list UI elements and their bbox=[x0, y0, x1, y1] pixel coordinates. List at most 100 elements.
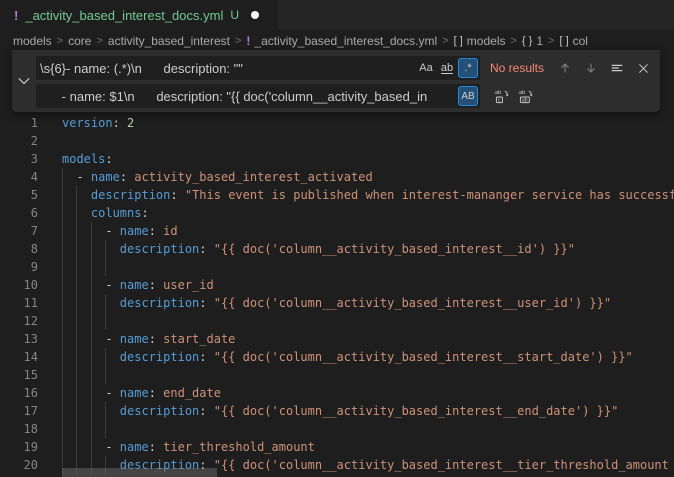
line-number[interactable]: 13 bbox=[0, 330, 38, 348]
code-line[interactable]: 1 version: 2 bbox=[0, 114, 674, 132]
code-line[interactable]: 7 - name: id bbox=[0, 222, 674, 240]
indent-guide bbox=[91, 420, 92, 438]
line-number[interactable]: 1 bbox=[0, 114, 38, 132]
breadcrumb-item-symbol-models[interactable]: [ ] models bbox=[454, 34, 506, 48]
code-line[interactable]: 10 - name: user_id bbox=[0, 276, 674, 294]
chevron-right-icon: > bbox=[235, 35, 241, 47]
code-line[interactable]: 19 - name: tier_threshold_amount bbox=[0, 438, 674, 456]
code-line[interactable]: 14 description: "{{ doc('column__activit… bbox=[0, 348, 674, 366]
arrow-up-icon bbox=[558, 61, 572, 75]
code-line[interactable]: 6 columns: bbox=[0, 204, 674, 222]
line-number[interactable]: 16 bbox=[0, 384, 38, 402]
line-number[interactable]: 20 bbox=[0, 456, 38, 474]
breadcrumb-item-file[interactable]: ! _activity_based_interest_docs.yml bbox=[246, 34, 437, 48]
code-line-text: - name: id bbox=[62, 222, 178, 240]
breadcrumb-item-core[interactable]: core bbox=[68, 34, 91, 48]
line-number[interactable]: 17 bbox=[0, 402, 38, 420]
indent-guide bbox=[91, 366, 92, 384]
code-line[interactable]: 9 bbox=[0, 258, 674, 276]
breadcrumb-item-symbol-columns[interactable]: [ ] col bbox=[559, 34, 588, 48]
next-match-button[interactable] bbox=[580, 57, 602, 79]
indent-guide bbox=[62, 312, 63, 330]
regex-button[interactable]: .* bbox=[458, 58, 478, 78]
find-in-selection-button[interactable] bbox=[606, 57, 628, 79]
replace-button[interactable]: ab c bbox=[492, 86, 512, 106]
code-line[interactable]: 11 description: "{{ doc('column__activit… bbox=[0, 294, 674, 312]
git-status-badge: U bbox=[230, 8, 239, 22]
yaml-file-icon: ! bbox=[14, 8, 18, 23]
code-line[interactable]: 12 bbox=[0, 312, 674, 330]
line-number[interactable]: 18 bbox=[0, 420, 38, 438]
line-number[interactable]: 8 bbox=[0, 240, 38, 258]
editor[interactable]: 1version: 223models:4 - name: activity_b… bbox=[0, 52, 674, 477]
indent-guide bbox=[76, 258, 77, 276]
code-line[interactable]: 2 bbox=[0, 132, 674, 150]
line-number[interactable]: 5 bbox=[0, 186, 38, 204]
line-number[interactable]: 12 bbox=[0, 312, 38, 330]
line-number[interactable]: 2 bbox=[0, 132, 38, 150]
code-line-text: - name: end_date bbox=[62, 384, 221, 402]
horizontal-scrollbar[interactable] bbox=[62, 468, 217, 477]
code-line-text: description: "This event is published wh… bbox=[62, 186, 674, 204]
code-line[interactable]: 3 models: bbox=[0, 150, 674, 168]
line-number[interactable]: 7 bbox=[0, 222, 38, 240]
replace-icon: ab c bbox=[495, 89, 510, 104]
find-widget: \s{6}- name: (.*)\n description: "" Aa a… bbox=[12, 50, 660, 112]
line-number[interactable]: 15 bbox=[0, 366, 38, 384]
svg-text:ab: ab bbox=[519, 90, 525, 96]
line-number[interactable]: 6 bbox=[0, 204, 38, 222]
code-line[interactable]: 17 description: "{{ doc('column__activit… bbox=[0, 402, 674, 420]
breadcrumb-item-symbol-1[interactable]: { } 1 bbox=[522, 34, 543, 48]
yaml-file-icon: ! bbox=[246, 34, 250, 48]
code-line-text: - name: tier_threshold_amount bbox=[62, 438, 315, 456]
close-button[interactable] bbox=[632, 57, 654, 79]
modified-dot[interactable] bbox=[251, 11, 259, 19]
code-line-text: description: "{{ doc('column__activity_b… bbox=[62, 348, 633, 366]
whole-word-button[interactable]: ab bbox=[437, 58, 457, 78]
preserve-case-button[interactable]: AB bbox=[458, 86, 478, 106]
code-line-text: version: 2 bbox=[62, 114, 134, 132]
code-line-text: models: bbox=[62, 150, 113, 168]
line-number[interactable]: 4 bbox=[0, 168, 38, 186]
code-line-text: - name: user_id bbox=[62, 276, 214, 294]
symbol-array-icon: [ ] bbox=[559, 35, 568, 47]
find-input-value: \s{6}- name: (.*)\n description: "" bbox=[40, 61, 415, 76]
indent-guide bbox=[105, 366, 106, 384]
indent-guide bbox=[62, 420, 63, 438]
indent-guide bbox=[105, 258, 106, 276]
chevron-right-icon: > bbox=[510, 35, 516, 47]
vscode-window: ! _activity_based_interest_docs.yml U mo… bbox=[0, 0, 674, 477]
previous-match-button[interactable] bbox=[554, 57, 576, 79]
code-line[interactable]: 18 bbox=[0, 420, 674, 438]
code-line-text: description: "{{ doc('column__activity_b… bbox=[62, 402, 618, 420]
breadcrumb-item-models[interactable]: models bbox=[13, 34, 52, 48]
code-line-text: - name: activity_based_interest_activate… bbox=[62, 168, 373, 186]
line-number[interactable]: 10 bbox=[0, 276, 38, 294]
line-number[interactable]: 11 bbox=[0, 294, 38, 312]
replace-input[interactable]: - name: $1\n description: "{{ doc('colum… bbox=[36, 84, 480, 108]
code-line[interactable]: 8 description: "{{ doc('column__activity… bbox=[0, 240, 674, 258]
indent-guide bbox=[76, 366, 77, 384]
selection-lines-icon bbox=[610, 61, 624, 75]
tab-active-file[interactable]: ! _activity_based_interest_docs.yml U bbox=[0, 0, 278, 30]
breadcrumb: models > core > activity_based_interest … bbox=[0, 30, 674, 52]
close-icon bbox=[637, 62, 650, 75]
line-number[interactable]: 14 bbox=[0, 348, 38, 366]
indent-guide bbox=[76, 312, 77, 330]
find-input[interactable]: \s{6}- name: (.*)\n description: "" Aa a… bbox=[36, 56, 480, 80]
replace-all-icon: ab ab bbox=[519, 89, 534, 104]
code-line[interactable]: 5 description: "This event is published … bbox=[0, 186, 674, 204]
line-number[interactable]: 9 bbox=[0, 258, 38, 276]
code-line[interactable]: 13 - name: start_date bbox=[0, 330, 674, 348]
replace-all-button[interactable]: ab ab bbox=[516, 86, 536, 106]
line-number[interactable]: 3 bbox=[0, 150, 38, 168]
code-line[interactable]: 15 bbox=[0, 366, 674, 384]
toggle-replace-button[interactable] bbox=[12, 50, 36, 112]
indent-guide bbox=[62, 258, 63, 276]
match-case-button[interactable]: Aa bbox=[416, 58, 436, 78]
line-number[interactable]: 19 bbox=[0, 438, 38, 456]
code-line[interactable]: 16 - name: end_date bbox=[0, 384, 674, 402]
code-line[interactable]: 4 - name: activity_based_interest_activa… bbox=[0, 168, 674, 186]
tab-label: _activity_based_interest_docs.yml bbox=[25, 8, 223, 23]
breadcrumb-item-folder[interactable]: activity_based_interest bbox=[108, 34, 230, 48]
